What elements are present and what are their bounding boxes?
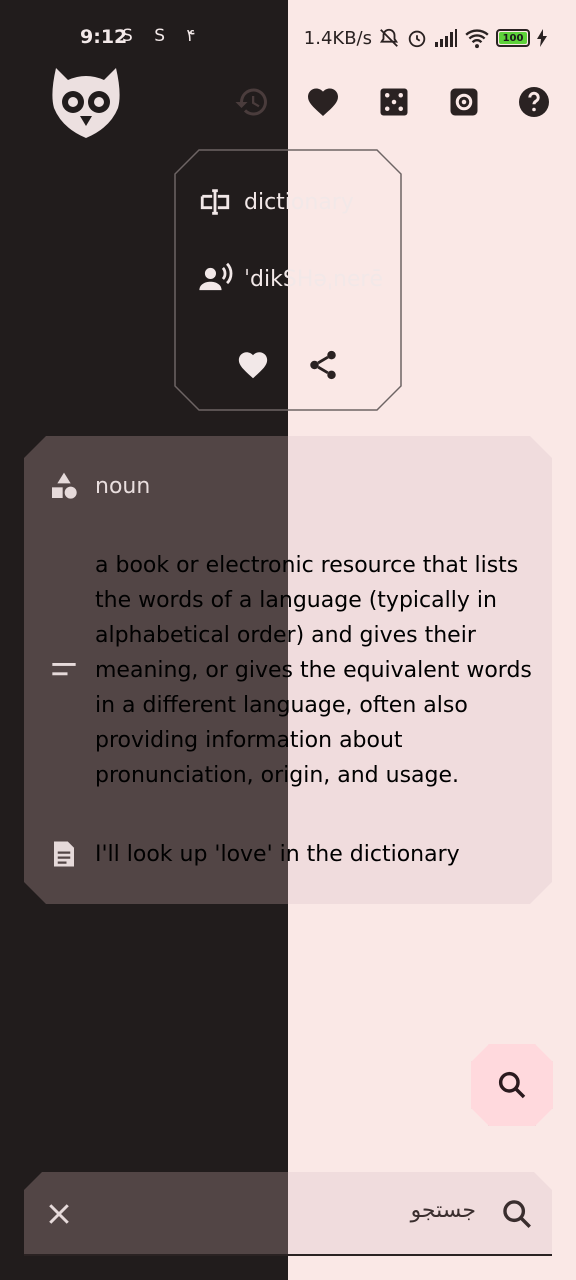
definition-line: alphabetical order) and gives their bbox=[95, 623, 476, 648]
shapes-category-icon bbox=[52, 472, 77, 499]
settings-gear-icon[interactable] bbox=[446, 84, 482, 120]
definition-line: the words of a language (typically in bbox=[95, 588, 497, 613]
search-input[interactable]: جستجو bbox=[411, 1198, 476, 1223]
help-icon[interactable] bbox=[516, 84, 552, 120]
example-row: I'll look up 'love' in the dictionary bbox=[49, 838, 460, 870]
battery-icon: 100 bbox=[496, 29, 530, 47]
word-share-button[interactable] bbox=[306, 348, 340, 382]
alarm-icon bbox=[408, 30, 426, 48]
search-icon bbox=[503, 1200, 531, 1228]
part-of-speech-row: noun bbox=[48, 470, 150, 502]
definition-text-icon bbox=[52, 663, 76, 676]
phonetic-text: ˈdikSHəˌnerē bbox=[244, 266, 384, 292]
definition-line: pronunciation, origin, and usage. bbox=[95, 763, 460, 788]
word-favorite-button[interactable] bbox=[236, 348, 270, 382]
random-dice-icon[interactable] bbox=[376, 84, 412, 120]
mute-bell-icon bbox=[379, 28, 399, 47]
search-underline bbox=[24, 1254, 552, 1256]
clear-search-button[interactable] bbox=[44, 1199, 74, 1229]
pronunciation-speaker-icon bbox=[199, 262, 233, 291]
owl-logo-icon bbox=[48, 64, 124, 140]
share-icon bbox=[310, 350, 336, 380]
wifi-icon bbox=[465, 29, 489, 49]
phonetic-row: ˈdikSHəˌnerē bbox=[198, 262, 383, 296]
example-text: I'll look up 'love' in the dictionary bbox=[95, 841, 460, 867]
word-icon bbox=[200, 189, 230, 215]
close-icon bbox=[49, 1204, 69, 1224]
history-icon[interactable] bbox=[234, 84, 270, 120]
definition-line: providing information about bbox=[95, 728, 403, 753]
signal-icon bbox=[435, 29, 457, 47]
charging-icon bbox=[537, 29, 547, 47]
heart-icon bbox=[238, 352, 268, 379]
word-row: dictionary bbox=[198, 185, 354, 219]
definition-line: a book or electronic resource that lists bbox=[95, 553, 519, 578]
search-fab[interactable] bbox=[471, 1044, 553, 1126]
definition-text: a book or electronic resource that lists… bbox=[95, 548, 532, 793]
search-icon bbox=[496, 1069, 528, 1101]
part-of-speech-text: noun bbox=[95, 473, 151, 499]
document-example-icon bbox=[54, 841, 74, 867]
status-notification-icons: S S ۴ bbox=[122, 26, 196, 46]
favorites-heart-icon[interactable] bbox=[305, 84, 341, 120]
word-text: dictionary bbox=[244, 189, 354, 215]
status-time: 9:12 bbox=[80, 26, 128, 48]
network-speed: 1.4KB/s bbox=[303, 27, 372, 49]
status-bar-right: 1.4KB/s 100 bbox=[304, 26, 548, 50]
search-submit-button[interactable] bbox=[500, 1197, 534, 1231]
definition-line: meaning, or gives the equivalent words bbox=[95, 658, 532, 683]
definition-line: in a different language, often also bbox=[95, 693, 468, 718]
